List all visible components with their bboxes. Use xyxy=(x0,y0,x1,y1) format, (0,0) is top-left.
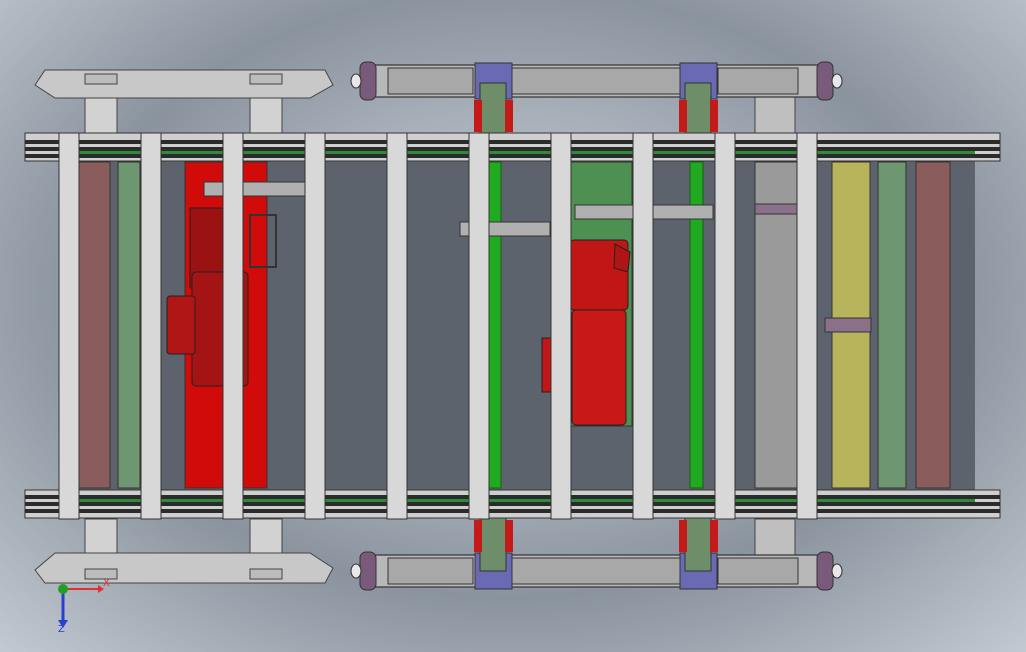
right-end-green-rail xyxy=(877,161,907,489)
right-olive-bracket xyxy=(824,317,872,333)
bottom-transfer-beam xyxy=(350,514,843,591)
bottom-chain-track xyxy=(24,489,1001,519)
top-chain-track xyxy=(24,132,1001,162)
conveyor-assembly-drawing[interactable] xyxy=(0,0,1026,652)
right-grey-bracket xyxy=(754,203,798,215)
top-transfer-beam xyxy=(350,61,843,136)
middle-green-shaft-left xyxy=(487,161,502,489)
left-top-foot xyxy=(34,69,334,134)
cad-viewport[interactable]: X Y Z xyxy=(0,0,1026,652)
left-end-brown-rail xyxy=(77,161,111,489)
triad-x-label: X xyxy=(103,578,110,589)
left-end-green-rail xyxy=(117,161,141,489)
right-end-brown-rail xyxy=(915,161,951,489)
left-bottom-foot xyxy=(34,518,334,584)
axis-triad xyxy=(58,584,104,628)
triad-z-label: Z xyxy=(58,624,65,635)
